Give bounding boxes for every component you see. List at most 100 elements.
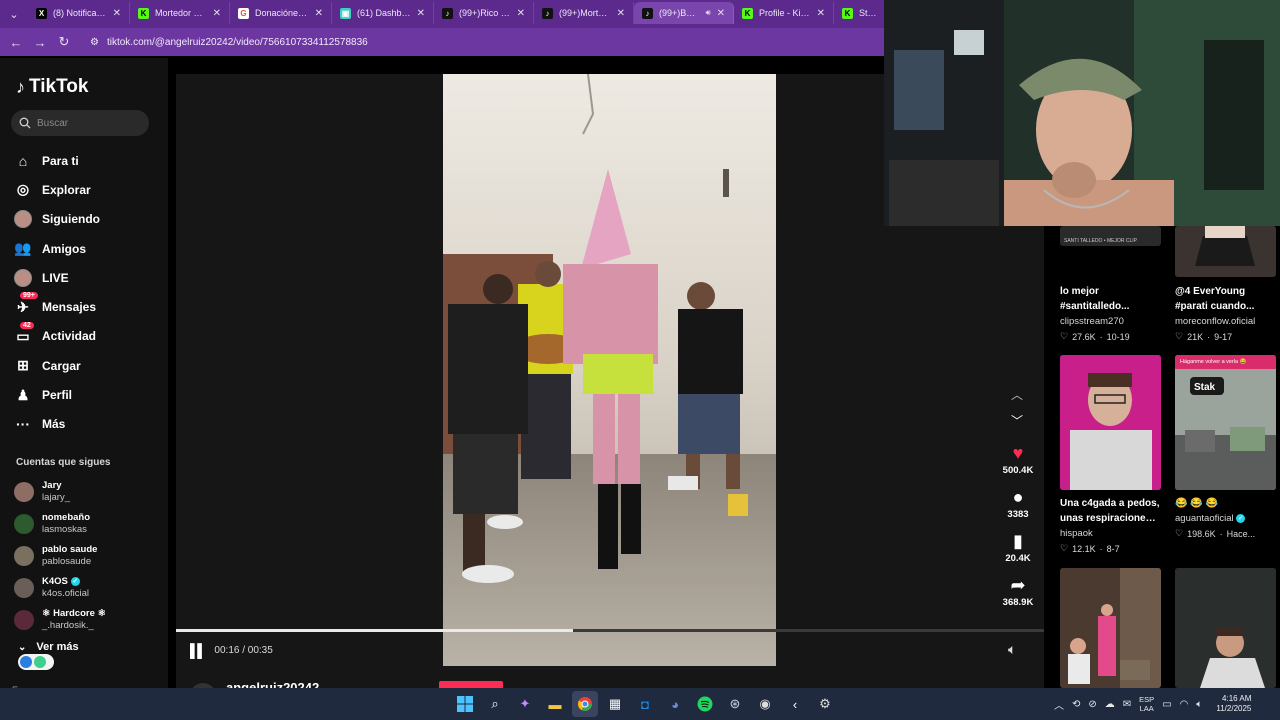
sync-icon[interactable]: ⟲ — [1072, 699, 1080, 710]
network-off-icon[interactable]: ⊘ — [1088, 699, 1096, 710]
nav-item-live[interactable]: LIVE — [14, 263, 164, 292]
cloud-icon[interactable]: ☁ — [1105, 699, 1115, 710]
nav-item-para-ti[interactable]: ⌂ Para ti — [14, 146, 164, 175]
display-icon[interactable]: ▭ — [1162, 699, 1171, 710]
language-indicator[interactable]: ESP LAA — [1139, 695, 1154, 713]
app-tray-icon[interactable]: ✉ — [1123, 699, 1131, 710]
share-action[interactable]: ➦ 368.9K — [997, 574, 1039, 608]
video-thumbnail[interactable]: Háganme volver a verla 😂 Stak — [1175, 355, 1276, 490]
browser-tab[interactable]: X (8) Notificaciones ✕ — [28, 2, 130, 24]
tiktok-logo[interactable]: ♪ TikTok — [16, 76, 88, 98]
video-author[interactable]: aguantaoficial — [1175, 513, 1234, 524]
video-thumbnail[interactable] — [1175, 226, 1276, 277]
extension-badge[interactable] — [18, 654, 54, 670]
heart-icon[interactable]: ♥ — [997, 442, 1039, 464]
video-author[interactable]: hispaok — [1060, 528, 1161, 539]
copilot-icon[interactable]: ✦ — [512, 691, 538, 717]
comment-action[interactable]: ● 3383 — [997, 486, 1039, 520]
site-info-icon[interactable]: ⚙ — [90, 37, 99, 48]
bookmark-icon[interactable]: ▮ — [997, 530, 1039, 552]
file-explorer-icon[interactable]: ▬ — [542, 691, 568, 717]
nav-item-cargar[interactable]: ⊞ Cargar — [14, 351, 164, 380]
recommended-video-card[interactable]: SANTI TALLEDO • MEJOR CLIP lo mejor #san… — [1060, 226, 1161, 342]
followed-account[interactable]: K4OS ✓ k4os.oficial — [14, 572, 164, 604]
close-tab-icon[interactable]: ✕ — [717, 8, 725, 19]
search-box[interactable] — [11, 110, 149, 136]
discord-icon[interactable]: ◕ — [662, 691, 688, 717]
nav-item-perfil[interactable]: ♟ Perfil — [14, 380, 164, 409]
close-tab-icon[interactable]: ✕ — [617, 8, 625, 19]
steam-icon[interactable]: ⊛ — [722, 691, 748, 717]
settings-icon[interactable]: ⚙ — [812, 691, 838, 717]
followed-account[interactable]: Jary lajary_ — [14, 476, 164, 508]
recommended-video-card[interactable]: @4 EverYoung #parati cuando... moreconfl… — [1175, 226, 1276, 342]
author-name[interactable]: angelruiz20242 — [226, 680, 319, 688]
browser-tab[interactable]: ▣ (61) Dashboard ✕ — [332, 2, 434, 24]
show-hidden-icons-icon[interactable]: ︿ — [1054, 697, 1064, 712]
spotify-icon[interactable] — [692, 691, 718, 717]
bookmark-action[interactable]: ▮ 20.4K — [997, 530, 1039, 564]
nav-item-m-s[interactable]: ··· Más — [14, 410, 164, 439]
url-text[interactable]: tiktok.com/@angelruiz20242/video/7566107… — [107, 37, 368, 48]
close-tab-icon[interactable]: ✕ — [315, 8, 323, 19]
recommended-video-card[interactable]: Una c4gada a pedos, unas respiraciones .… — [1060, 355, 1161, 554]
wifi-icon[interactable]: ◠ — [1180, 699, 1189, 710]
speaker-icon[interactable]: 🔈︎ — [1196, 699, 1202, 710]
close-tab-icon[interactable]: ✕ — [517, 8, 525, 19]
see-more-button[interactable]: ⌄ Ver más — [18, 641, 79, 653]
close-tab-icon[interactable]: ✕ — [113, 8, 121, 19]
followed-account[interactable]: ⚛ Hardcore ⚛ _.hardosik._ — [14, 604, 164, 636]
pause-icon[interactable]: ▌▌ — [190, 643, 206, 658]
url-field[interactable]: ⚙ tiktok.com/@angelruiz20242/video/75661… — [90, 37, 368, 48]
browser-tab[interactable]: ♪ (99+)Mortedor ✕ — [534, 2, 634, 24]
browser-tab[interactable]: K Profile - Kick Stu ✕ — [734, 2, 834, 24]
video-author-row[interactable]: aguantaoficial ✓ — [1175, 513, 1276, 524]
video-thumbnail[interactable] — [1175, 568, 1276, 688]
nav-item-mensajes[interactable]: ✈ 99+ Mensajes — [14, 292, 164, 321]
video-author[interactable]: clipsstream270 — [1060, 316, 1161, 327]
close-tab-icon[interactable]: ✕ — [417, 8, 425, 19]
nav-item-amigos[interactable]: 👥 Amigos — [14, 234, 164, 263]
clock[interactable]: 4:16 AM 11/2/2025 — [1216, 694, 1251, 714]
search-input[interactable] — [37, 117, 137, 129]
kick-app-icon[interactable]: ‹ — [782, 691, 808, 717]
recommended-video-card[interactable] — [1060, 568, 1161, 688]
browser-tab[interactable]: K Stream - — [834, 2, 886, 24]
reload-icon[interactable]: ↻ — [52, 28, 76, 56]
obs-icon[interactable]: ◉ — [752, 691, 778, 717]
browser-tab[interactable]: ♪ (99+)Rico rico ✕ — [434, 2, 534, 24]
followed-account[interactable]: nomebaño lasmoskas — [14, 508, 164, 540]
nav-item-actividad[interactable]: ▭ 42 Actividad — [14, 321, 164, 351]
back-icon[interactable]: ← — [4, 28, 28, 56]
video-author[interactable]: moreconflow.oficial — [1175, 316, 1276, 327]
close-tab-icon[interactable]: ✕ — [213, 8, 221, 19]
recommended-video-card[interactable]: Háganme volver a verla 😂 Stak 😂 😂 😂 agua… — [1175, 355, 1276, 539]
share-icon[interactable]: ➦ — [997, 574, 1039, 596]
next-video-icon[interactable]: ﹀ — [1007, 410, 1027, 430]
tab-list-chevron-icon[interactable]: ⌄ — [0, 0, 28, 28]
taskbar-search-icon[interactable]: ⌕ — [482, 691, 508, 717]
browser-tab[interactable]: G Donaciónes para ✕ — [230, 2, 332, 24]
browser-tab[interactable]: K Mortedor Stream ✕ — [130, 2, 230, 24]
followed-account[interactable]: pablo saude pablosaude — [14, 540, 164, 572]
forward-icon[interactable]: → — [28, 28, 52, 56]
store-icon[interactable]: ▦ — [602, 691, 628, 717]
video-frame[interactable] — [443, 74, 776, 666]
windows-start-icon[interactable] — [452, 691, 478, 717]
close-tab-icon[interactable]: ✕ — [817, 8, 825, 19]
recommended-video-card[interactable] — [1175, 568, 1276, 688]
tab-audio-icon[interactable]: 🔊︎ — [706, 8, 711, 18]
previous-video-icon[interactable]: ︿ — [1007, 384, 1027, 404]
nav-item-siguiendo[interactable]: Siguiendo — [14, 205, 164, 234]
nav-item-explorar[interactable]: ◎ Explorar — [14, 175, 164, 204]
volume-icon[interactable]: 🔈︎ — [1008, 641, 1016, 658]
video-progress-bar[interactable] — [176, 629, 1044, 632]
like-action[interactable]: ♥ 500.4K — [997, 442, 1039, 476]
video-thumbnail[interactable] — [1060, 355, 1161, 490]
outlook-icon[interactable]: ◘ — [632, 691, 658, 717]
browser-tab[interactable]: ♪ (99+)Bailes 🔊︎ ✕ — [634, 2, 734, 24]
comment-icon[interactable]: ● — [997, 486, 1039, 508]
chrome-icon[interactable] — [572, 691, 598, 717]
video-thumbnail[interactable] — [1060, 568, 1161, 688]
video-thumbnail[interactable]: SANTI TALLEDO • MEJOR CLIP — [1060, 226, 1161, 246]
